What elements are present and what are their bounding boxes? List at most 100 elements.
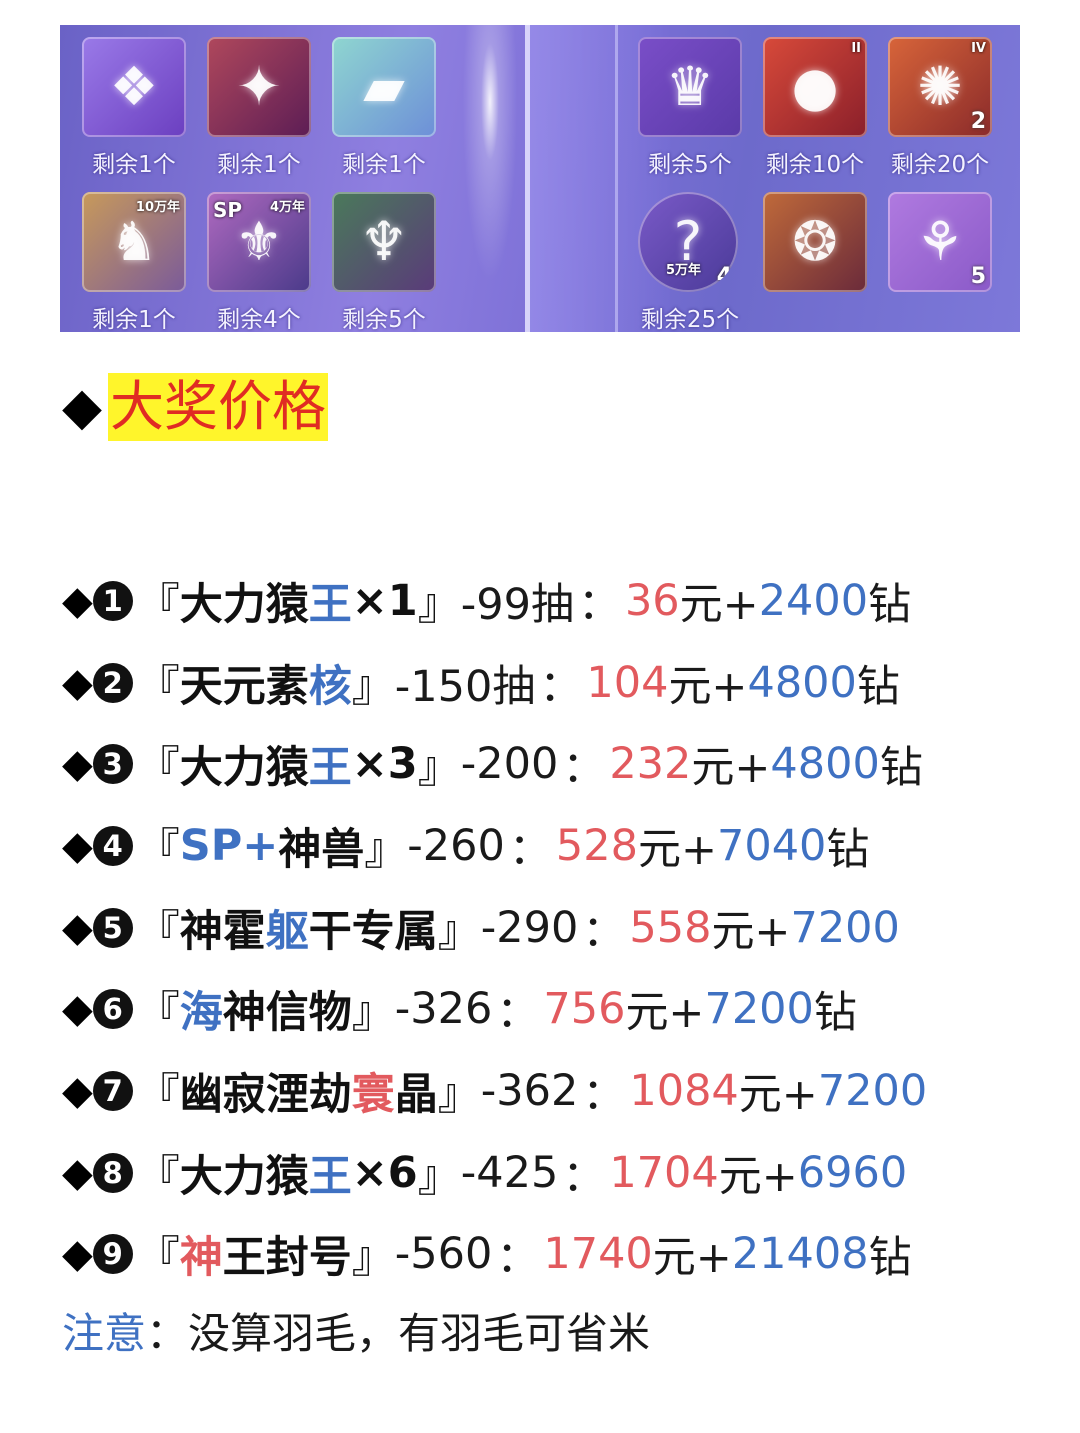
close-bracket: 』 bbox=[351, 988, 395, 1039]
crimson-crest-icon: ✦ bbox=[236, 55, 282, 118]
remaining-count: 剩余1个 bbox=[92, 152, 176, 178]
close-bracket: 』 bbox=[351, 1233, 395, 1284]
card-icon: ▰ bbox=[363, 55, 405, 118]
chest-icon: ❖ bbox=[109, 55, 159, 118]
diamond-amount: 4800 bbox=[747, 657, 857, 708]
rmb-price: 104 bbox=[586, 657, 669, 708]
remaining-count: 剩余1个 bbox=[342, 152, 426, 178]
open-bracket: 『 bbox=[136, 661, 180, 712]
rmb-price: 558 bbox=[629, 902, 712, 953]
reward-item: ? 5万年 4 剩余25个 bbox=[638, 192, 742, 332]
diamond-unit: 钻 bbox=[868, 579, 912, 630]
diamond-bullet-icon: ◆ bbox=[62, 822, 93, 869]
row-number: 6 bbox=[92, 989, 133, 1030]
prize-name-part: 大力猿 bbox=[179, 579, 309, 630]
reward-item: ▰ 剩余1个 bbox=[332, 37, 436, 179]
prize-name-part: 大力猿 bbox=[179, 1151, 309, 1202]
close-bracket: 』 bbox=[364, 824, 408, 875]
item-badge: 10万年 bbox=[135, 200, 180, 215]
diamond-unit: 钻 bbox=[826, 824, 870, 875]
rmb-unit: 元+ bbox=[637, 824, 717, 875]
colon: ： bbox=[582, 906, 626, 957]
heading-title: 大奖价格 bbox=[108, 373, 328, 441]
prize-name-part: ×6 bbox=[351, 1147, 418, 1198]
reward-tile: ❖ bbox=[82, 37, 186, 137]
remaining-count: 剩余1个 bbox=[92, 307, 176, 332]
colon: ： bbox=[508, 824, 552, 875]
reward-tile: ✦ bbox=[207, 37, 311, 137]
item-count: 5 bbox=[970, 264, 986, 289]
prize-name-part: 晶 bbox=[394, 1069, 438, 1120]
item-badge: IV bbox=[971, 41, 986, 56]
note-label: 注意 bbox=[62, 1309, 147, 1358]
close-bracket: 』 bbox=[351, 661, 395, 712]
rmb-unit: 元+ bbox=[625, 988, 705, 1039]
open-bracket: 『 bbox=[136, 579, 180, 630]
rmb-unit: 元+ bbox=[679, 579, 759, 630]
close-bracket: 』 bbox=[417, 579, 461, 630]
reward-tile: ▰ bbox=[332, 37, 436, 137]
note-text: 没算羽毛，有羽毛可省米 bbox=[188, 1309, 651, 1358]
rmb-price: 232 bbox=[609, 739, 692, 790]
prize-row: ◆ 9 『神王封号』 -560： 1740 元+ 21408 钻 bbox=[62, 1214, 927, 1296]
panel-divider-2 bbox=[615, 25, 618, 332]
reward-tile: ♆ bbox=[332, 192, 436, 292]
draw-count: -99抽 bbox=[460, 579, 574, 630]
prize-name-part: 干专属 bbox=[308, 906, 438, 957]
prize-row: ◆ 2 『天元素核』 -150抽： 104 元+ 4800 钻 bbox=[62, 642, 927, 724]
prize-name-highlight: SP+ bbox=[179, 820, 279, 871]
remaining-count: 剩余20个 bbox=[890, 152, 990, 178]
close-bracket: 』 bbox=[437, 1069, 481, 1120]
colon: ： bbox=[539, 661, 583, 712]
row-number: 9 bbox=[92, 1234, 133, 1275]
diamond-amount: 7200 bbox=[790, 902, 900, 953]
diamond-amount: 7040 bbox=[716, 820, 827, 871]
diamond-unit: 钻 bbox=[879, 743, 923, 794]
sparkle-glow bbox=[455, 25, 525, 332]
draw-count: -326 bbox=[394, 984, 493, 1035]
prize-row: ◆ 7 『幽寂湮劫寰晶』 -362： 1084 元+ 7200 bbox=[62, 1050, 927, 1132]
reward-tile: ● II bbox=[763, 37, 867, 137]
reward-tile: ⚜ 4万年 SP bbox=[207, 192, 311, 292]
prize-name-highlight: 核 bbox=[308, 661, 352, 712]
diamond-bullet-icon: ◆ bbox=[62, 1067, 93, 1114]
diamond-bullet-icon: ◆ bbox=[62, 904, 93, 951]
diamond-unit: 钻 bbox=[856, 661, 900, 712]
beast-king-icon: ♆ bbox=[359, 210, 409, 273]
open-bracket: 『 bbox=[136, 743, 180, 794]
item-count: 2 bbox=[970, 109, 986, 134]
rmb-unit: 元+ bbox=[711, 906, 791, 957]
prize-row: ◆ 6 『海神信物』 -326： 756 元+ 7200 钻 bbox=[62, 968, 927, 1050]
diamond-bullet-icon: ◆ bbox=[62, 1149, 93, 1196]
reward-item: ❂ bbox=[763, 192, 867, 292]
rmb-price: 1740 bbox=[543, 1229, 653, 1280]
prize-name-highlight: 王 bbox=[308, 579, 352, 630]
rmb-price: 528 bbox=[555, 820, 638, 871]
prize-name-part: ×3 bbox=[351, 739, 418, 790]
diamond-amount: 21408 bbox=[731, 1229, 869, 1280]
open-bracket: 『 bbox=[136, 988, 180, 1039]
reward-tile: ❂ bbox=[763, 192, 867, 292]
prize-name-highlight: 王 bbox=[308, 743, 352, 794]
remaining-count: 剩余4个 bbox=[217, 307, 301, 332]
prize-row: ◆ 3 『大力猿王 ×3』 -200： 232 元+ 4800 钻 bbox=[62, 723, 927, 805]
close-bracket: 』 bbox=[437, 906, 481, 957]
rmb-unit: 元+ bbox=[718, 1151, 798, 1202]
reward-item: ● II 剩余10个 bbox=[763, 37, 867, 179]
rmb-unit: 元+ bbox=[652, 1233, 732, 1284]
prize-row: ◆ 5 『神霍躯干专属』 -290： 558 元+ 7200 bbox=[62, 887, 927, 969]
prize-name-part: 大力猿 bbox=[179, 743, 309, 794]
item-badge: 4万年 bbox=[269, 200, 305, 215]
reward-tile: ⚘ 5 bbox=[888, 192, 992, 292]
prize-name-part: ×1 bbox=[351, 575, 418, 626]
draw-count: -260 bbox=[407, 820, 505, 871]
prize-price-list: ◆ 1 『大力猿王 ×1』 -99抽： 36 元+ 2400 钻 ◆ 2 『天元素核』 -150抽： 10… bbox=[62, 560, 927, 1295]
reward-tile: ? 5万年 4 bbox=[638, 192, 738, 292]
open-bracket: 『 bbox=[136, 1069, 180, 1120]
remaining-count: 剩余10个 bbox=[765, 152, 865, 178]
prize-name-highlight: 躯 bbox=[265, 906, 309, 957]
reward-item: ♆ 剩余5个 bbox=[332, 192, 436, 332]
diamond-amount: 4800 bbox=[770, 739, 880, 790]
row-number: 2 bbox=[92, 662, 133, 703]
diamond-amount: 6960 bbox=[797, 1147, 908, 1198]
